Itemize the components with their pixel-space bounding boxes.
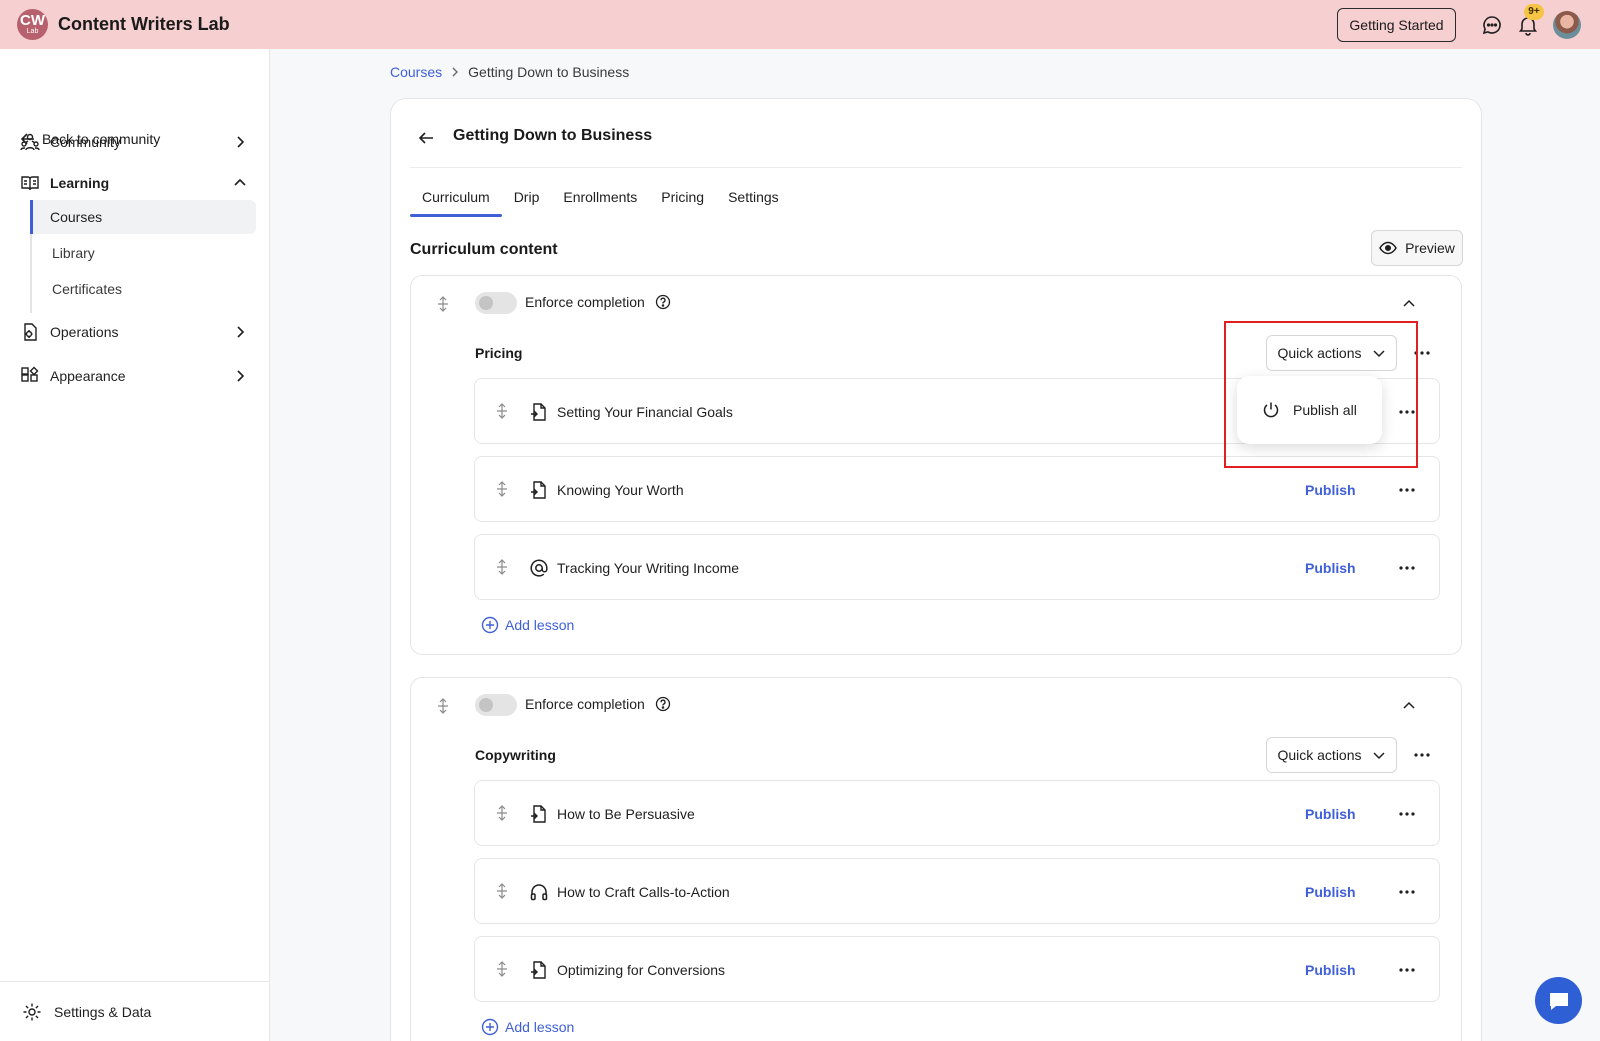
drag-handle-icon[interactable] — [495, 961, 509, 977]
drag-handle-icon[interactable] — [495, 481, 509, 497]
app-title[interactable]: Content Writers Lab — [58, 14, 230, 35]
module-title: Pricing — [475, 345, 523, 361]
enforce-completion-toggle[interactable] — [475, 292, 517, 314]
more-icon[interactable] — [1398, 884, 1416, 900]
document-icon — [531, 805, 546, 823]
chat-bubble-icon — [1549, 992, 1568, 1010]
lesson-name: Tracking Your Writing Income — [557, 560, 740, 576]
lesson-row[interactable]: How to Be Persuasive Publish — [474, 780, 1440, 846]
add-lesson-button[interactable]: Add lesson — [481, 616, 574, 634]
quick-actions-button[interactable]: Quick actions — [1266, 737, 1397, 773]
module-title: Copywriting — [475, 747, 556, 763]
curriculum-content-heading: Curriculum content — [410, 241, 558, 258]
eye-icon — [1379, 241, 1397, 255]
getting-started-button[interactable]: Getting Started — [1337, 8, 1456, 42]
course-card: Getting Down to Business Curriculum Drip… — [390, 98, 1482, 1041]
chevron-right-icon — [237, 370, 245, 382]
publish-button[interactable]: Publish — [1305, 560, 1356, 576]
module-copywriting: Enforce completion Copywriting Quick act… — [410, 677, 1462, 1041]
drag-handle-icon[interactable] — [495, 559, 509, 575]
sidebar-item-learning[interactable]: Learning — [20, 170, 248, 196]
document-icon — [531, 481, 546, 499]
chevron-up-icon — [234, 178, 246, 186]
tab-curriculum[interactable]: Curriculum — [410, 189, 502, 217]
tab-settings[interactable]: Settings — [716, 189, 791, 217]
arrow-left-icon[interactable] — [417, 129, 435, 147]
drag-handle-icon[interactable] — [435, 698, 451, 714]
more-icon[interactable] — [1398, 962, 1416, 978]
highlight-box — [1224, 321, 1418, 468]
sidebar-item-appearance[interactable]: Appearance — [20, 363, 248, 389]
drag-handle-icon[interactable] — [495, 805, 509, 821]
drag-handle-icon[interactable] — [495, 883, 509, 899]
more-icon[interactable] — [1398, 560, 1416, 576]
headphones-icon — [530, 884, 548, 901]
book-icon — [21, 176, 39, 191]
document-icon — [531, 961, 546, 979]
publish-button[interactable]: Publish — [1305, 806, 1356, 822]
help-icon[interactable] — [655, 696, 671, 712]
page-title: Getting Down to Business — [453, 127, 653, 144]
sidebar: Back to community Community Learning Cou… — [0, 49, 270, 1041]
lesson-row[interactable]: Tracking Your Writing Income Publish — [474, 534, 1440, 600]
enforce-completion-label: Enforce completion — [525, 294, 645, 310]
appearance-icon — [21, 366, 39, 382]
sidebar-subitem-library[interactable]: Library — [32, 236, 258, 270]
enforce-completion-toggle[interactable] — [475, 694, 517, 716]
lesson-name: Optimizing for Conversions — [557, 962, 726, 978]
more-icon[interactable] — [1413, 747, 1431, 763]
operations-icon — [24, 323, 37, 341]
lesson-row[interactable]: How to Craft Calls-to-Action Publish — [474, 858, 1440, 924]
lesson-row[interactable]: Optimizing for Conversions Publish — [474, 936, 1440, 1002]
plus-circle-icon — [481, 616, 499, 634]
help-icon[interactable] — [655, 294, 671, 310]
breadcrumb: Courses Getting Down to Business — [390, 64, 629, 80]
lesson-name: Setting Your Financial Goals — [557, 404, 733, 420]
chevron-right-icon — [452, 67, 459, 77]
chevron-right-icon — [237, 326, 245, 338]
document-icon — [531, 403, 546, 421]
app-logo[interactable]: CW Lab — [17, 9, 48, 40]
enforce-completion-label: Enforce completion — [525, 696, 645, 712]
settings-data-link[interactable]: Settings & Data — [0, 981, 269, 1041]
drag-handle-icon[interactable] — [435, 296, 451, 312]
tab-pricing[interactable]: Pricing — [649, 189, 716, 217]
at-sign-icon — [530, 559, 548, 577]
lesson-name: Knowing Your Worth — [557, 482, 684, 498]
sidebar-subitem-courses[interactable]: Courses — [30, 200, 256, 234]
chat-icon[interactable] — [1480, 13, 1504, 37]
plus-circle-icon — [481, 1018, 499, 1036]
tab-drip[interactable]: Drip — [502, 189, 552, 217]
community-icon — [20, 133, 40, 151]
drag-handle-icon[interactable] — [495, 403, 509, 419]
course-tabs: Curriculum Drip Enrollments Pricing Sett… — [410, 189, 791, 217]
sidebar-item-operations[interactable]: Operations — [20, 319, 248, 345]
breadcrumb-courses-link[interactable]: Courses — [390, 64, 442, 80]
divider — [410, 167, 1462, 168]
preview-button[interactable]: Preview — [1371, 230, 1463, 266]
top-bar: CW Lab Content Writers Lab Getting Start… — [0, 0, 1600, 49]
more-icon[interactable] — [1398, 482, 1416, 498]
chevron-up-icon[interactable] — [1401, 698, 1417, 714]
chevron-right-icon — [237, 136, 245, 148]
chevron-down-icon — [1372, 752, 1385, 760]
add-lesson-button[interactable]: Add lesson — [481, 1018, 574, 1036]
publish-button[interactable]: Publish — [1305, 884, 1356, 900]
sidebar-subitem-certificates[interactable]: Certificates — [32, 272, 258, 306]
lesson-name: How to Be Persuasive — [557, 806, 695, 822]
publish-button[interactable]: Publish — [1305, 962, 1356, 978]
gear-icon — [23, 1003, 41, 1020]
notification-badge: 9+ — [1524, 4, 1544, 20]
publish-button[interactable]: Publish — [1305, 482, 1356, 498]
sidebar-item-community[interactable]: Community — [20, 129, 248, 155]
breadcrumb-current: Getting Down to Business — [468, 64, 630, 80]
more-icon[interactable] — [1398, 806, 1416, 822]
tab-enrollments[interactable]: Enrollments — [551, 189, 649, 217]
avatar[interactable] — [1553, 11, 1581, 39]
chevron-up-icon[interactable] — [1401, 296, 1417, 312]
lesson-name: How to Craft Calls-to-Action — [557, 884, 730, 900]
chat-widget-button[interactable] — [1535, 977, 1582, 1024]
